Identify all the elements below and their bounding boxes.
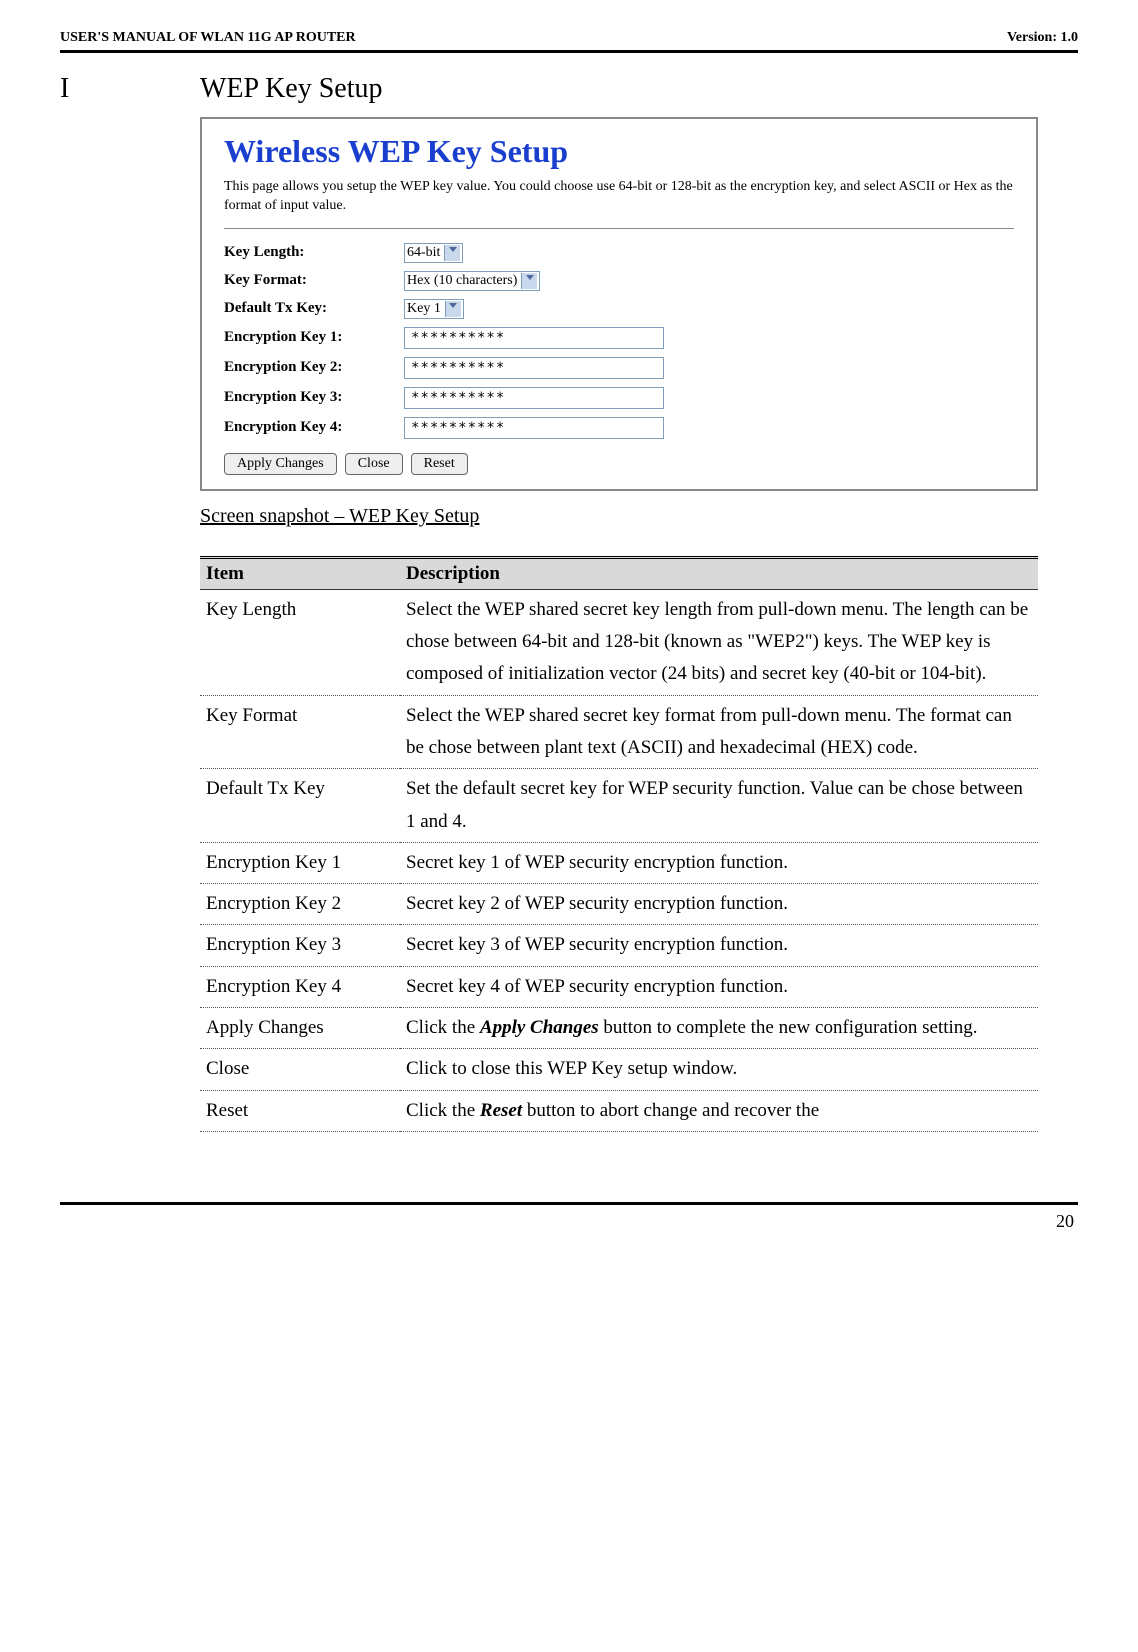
col-desc: Description	[400, 557, 1038, 589]
description-table: Item Description Key LengthSelect the WE…	[200, 556, 1038, 1132]
row-encryption-key-3: Encryption Key 3:	[224, 387, 1014, 409]
select-key-format-value: Hex (10 characters)	[407, 273, 517, 289]
close-button[interactable]: Close	[345, 453, 403, 475]
cell-item: Reset	[200, 1090, 400, 1131]
label-key-format: Key Format:	[224, 272, 404, 289]
section-heading: I WEP Key Setup	[60, 73, 1078, 105]
section-title: WEP Key Setup	[200, 73, 383, 105]
table-body: Key LengthSelect the WEP shared secret k…	[200, 589, 1038, 1131]
row-key-length: Key Length: 64-bit	[224, 243, 1014, 263]
apply-changes-button[interactable]: Apply Changes	[224, 453, 337, 475]
chevron-down-icon	[445, 301, 461, 317]
row-key-format: Key Format: Hex (10 characters)	[224, 271, 1014, 291]
label-default-tx-key: Default Tx Key:	[224, 300, 404, 317]
panel-title: Wireless WEP Key Setup	[224, 133, 1014, 170]
cell-item: Encryption Key 2	[200, 884, 400, 925]
select-key-format[interactable]: Hex (10 characters)	[404, 271, 540, 291]
table-row: CloseClick to close this WEP Key setup w…	[200, 1049, 1038, 1090]
cell-item: Apply Changes	[200, 1008, 400, 1049]
doc-title: USER'S MANUAL OF WLAN 11G AP ROUTER	[60, 30, 356, 46]
page-number: 20	[60, 1211, 1078, 1232]
chevron-down-icon	[444, 245, 460, 261]
row-encryption-key-2: Encryption Key 2:	[224, 357, 1014, 379]
table-row: Encryption Key 4Secret key 4 of WEP secu…	[200, 966, 1038, 1007]
chevron-down-icon	[521, 273, 537, 289]
cell-desc: Click to close this WEP Key setup window…	[400, 1049, 1038, 1090]
wep-setup-panel: Wireless WEP Key Setup This page allows …	[200, 117, 1038, 491]
cell-item: Key Length	[200, 589, 400, 695]
panel-divider	[224, 228, 1014, 229]
table-row: ResetClick the Reset button to abort cha…	[200, 1090, 1038, 1131]
cell-item: Encryption Key 1	[200, 842, 400, 883]
reset-button[interactable]: Reset	[411, 453, 468, 475]
doc-header: USER'S MANUAL OF WLAN 11G AP ROUTER Vers…	[60, 30, 1078, 50]
input-encryption-key-4[interactable]	[404, 417, 664, 439]
label-encryption-key-4: Encryption Key 4:	[224, 419, 404, 436]
table-row: Key LengthSelect the WEP shared secret k…	[200, 589, 1038, 695]
input-encryption-key-1[interactable]	[404, 327, 664, 349]
footer-rule	[60, 1202, 1078, 1205]
table-row: Key FormatSelect the WEP shared secret k…	[200, 695, 1038, 769]
table-row: Encryption Key 1Secret key 1 of WEP secu…	[200, 842, 1038, 883]
header-rule	[60, 50, 1078, 53]
cell-desc: Set the default secret key for WEP secur…	[400, 769, 1038, 843]
screenshot-caption: Screen snapshot – WEP Key Setup	[200, 505, 1038, 528]
label-encryption-key-2: Encryption Key 2:	[224, 359, 404, 376]
cell-desc: Click the Reset button to abort change a…	[400, 1090, 1038, 1131]
table-header-row: Item Description	[200, 557, 1038, 589]
input-encryption-key-3[interactable]	[404, 387, 664, 409]
label-key-length: Key Length:	[224, 244, 404, 261]
select-default-tx-value: Key 1	[407, 301, 441, 317]
table-row: Apply ChangesClick the Apply Changes but…	[200, 1008, 1038, 1049]
panel-description: This page allows you setup the WEP key v…	[224, 178, 1014, 216]
input-encryption-key-2[interactable]	[404, 357, 664, 379]
select-key-length-value: 64-bit	[407, 245, 440, 261]
label-encryption-key-3: Encryption Key 3:	[224, 389, 404, 406]
cell-item: Default Tx Key	[200, 769, 400, 843]
cell-desc: Secret key 3 of WEP security encryption …	[400, 925, 1038, 966]
cell-desc: Secret key 4 of WEP security encryption …	[400, 966, 1038, 1007]
cell-desc: Secret key 2 of WEP security encryption …	[400, 884, 1038, 925]
select-key-length[interactable]: 64-bit	[404, 243, 463, 263]
cell-item: Encryption Key 4	[200, 966, 400, 1007]
doc-version: Version: 1.0	[1007, 30, 1078, 46]
row-default-tx-key: Default Tx Key: Key 1	[224, 299, 1014, 319]
label-encryption-key-1: Encryption Key 1:	[224, 329, 404, 346]
row-encryption-key-4: Encryption Key 4:	[224, 417, 1014, 439]
table-row: Encryption Key 3Secret key 3 of WEP secu…	[200, 925, 1038, 966]
cell-item: Encryption Key 3	[200, 925, 400, 966]
cell-desc: Select the WEP shared secret key format …	[400, 695, 1038, 769]
table-row: Encryption Key 2Secret key 2 of WEP secu…	[200, 884, 1038, 925]
cell-desc: Secret key 1 of WEP security encryption …	[400, 842, 1038, 883]
cell-item: Key Format	[200, 695, 400, 769]
cell-desc: Click the Apply Changes button to comple…	[400, 1008, 1038, 1049]
col-item: Item	[200, 557, 400, 589]
cell-item: Close	[200, 1049, 400, 1090]
section-letter: I	[60, 73, 200, 105]
select-default-tx-key[interactable]: Key 1	[404, 299, 464, 319]
button-row: Apply Changes Close Reset	[224, 453, 1014, 475]
table-row: Default Tx KeySet the default secret key…	[200, 769, 1038, 843]
row-encryption-key-1: Encryption Key 1:	[224, 327, 1014, 349]
cell-desc: Select the WEP shared secret key length …	[400, 589, 1038, 695]
